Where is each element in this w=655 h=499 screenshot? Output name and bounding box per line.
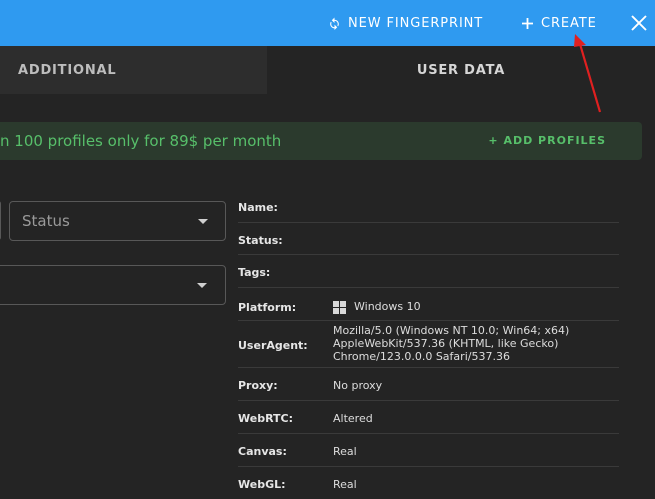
plus-icon	[522, 17, 533, 29]
detail-value: No proxy	[333, 379, 383, 392]
add-profiles-button[interactable]: + ADD PROFILES	[488, 134, 606, 147]
detail-row-webgl: WebGL: Real	[238, 467, 619, 499]
detail-row-platform: Platform: Windows 10	[238, 288, 619, 321]
close-icon	[631, 15, 647, 31]
profile-details: Name: Status: Tags: Platform: Windows 10…	[238, 191, 619, 499]
detail-label: WebRTC:	[238, 412, 294, 425]
tab-bar: ADDITIONAL USER DATA	[0, 46, 655, 94]
windows-icon	[333, 299, 346, 318]
tab-user-data[interactable]: USER DATA	[267, 46, 655, 94]
secondary-select[interactable]	[0, 265, 226, 305]
refresh-icon	[328, 17, 341, 30]
promo-text: n 100 profiles only for 89$ per month	[0, 132, 282, 150]
tab-user-data-label: USER DATA	[416, 62, 506, 78]
detail-label: Name:	[238, 201, 278, 214]
detail-row-canvas: Canvas: Real	[238, 434, 619, 467]
detail-value: Real	[333, 478, 357, 491]
detail-value: Altered	[333, 412, 373, 425]
create-label: CREATE	[541, 15, 597, 31]
detail-value: Real	[333, 445, 357, 458]
detail-row-useragent: UserAgent: Mozilla/5.0 (Windows NT 10.0;…	[238, 321, 619, 368]
new-fingerprint-label: NEW FINGERPRINT	[348, 15, 484, 31]
detail-label: UserAgent:	[238, 339, 308, 352]
close-button[interactable]	[631, 0, 647, 46]
useragent-line-3: Chrome/123.0.0.0 Safari/537.36	[333, 350, 510, 363]
chevron-down-icon	[197, 283, 207, 288]
create-button[interactable]: CREATE	[522, 0, 597, 46]
detail-row-status: Status:	[238, 223, 619, 255]
detail-row-proxy: Proxy: No proxy	[238, 368, 619, 401]
tab-additional[interactable]: ADDITIONAL	[0, 46, 267, 94]
detail-row-name: Name:	[238, 191, 619, 223]
detail-label: Proxy:	[238, 379, 278, 392]
detail-label: WebGL:	[238, 478, 286, 491]
detail-label: Tags:	[238, 266, 271, 279]
top-bar: NEW FINGERPRINT CREATE	[0, 0, 655, 46]
promo-banner: n 100 profiles only for 89$ per month + …	[0, 122, 642, 160]
useragent-line-2: AppleWebKit/537.36 (KHTML, like Gecko)	[333, 337, 559, 350]
detail-value: Windows 10	[354, 300, 421, 313]
status-select[interactable]: Status	[9, 201, 226, 241]
detail-label: Status:	[238, 234, 283, 247]
useragent-line-1: Mozilla/5.0 (Windows NT 10.0; Win64; x64…	[333, 324, 570, 337]
new-fingerprint-button[interactable]: NEW FINGERPRINT	[328, 0, 483, 46]
detail-label: Platform:	[238, 301, 297, 314]
detail-row-webrtc: WebRTC: Altered	[238, 401, 619, 434]
tab-additional-label: ADDITIONAL	[18, 62, 117, 78]
chevron-down-icon	[198, 219, 208, 224]
detail-row-tags: Tags:	[238, 255, 619, 288]
status-select-placeholder: Status	[22, 212, 70, 230]
left-cut-field[interactable]	[0, 201, 1, 240]
detail-label: Canvas:	[238, 445, 287, 458]
